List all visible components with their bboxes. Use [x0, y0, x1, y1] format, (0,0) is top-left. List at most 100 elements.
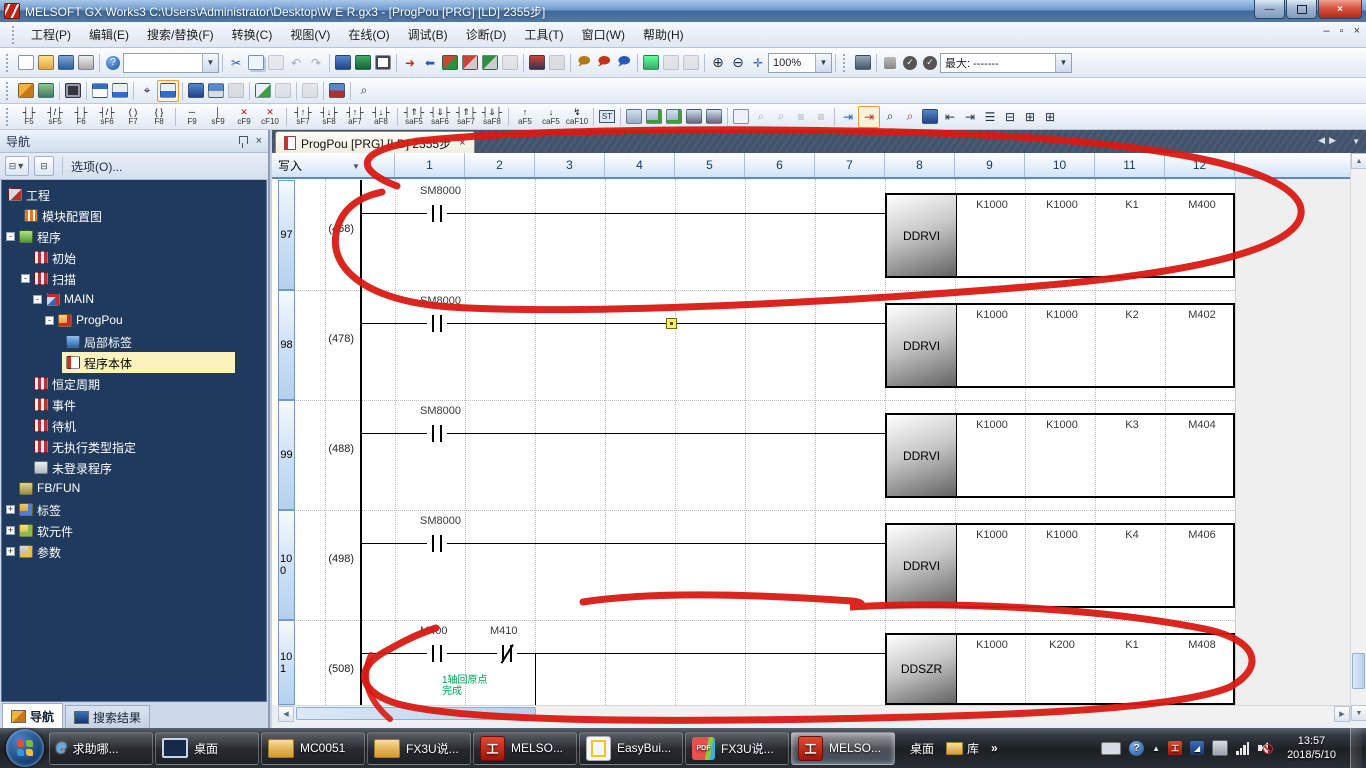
v-scroll-thumb[interactable] — [1352, 653, 1365, 689]
nav-item-initial[interactable]: 初始 — [2, 247, 266, 268]
find-note-icon[interactable]: ⌕ — [771, 107, 791, 127]
overwrite-mode-icon[interactable] — [661, 53, 681, 73]
horizontal-scrollbar[interactable]: ◀ ▶ — [278, 705, 1350, 722]
taskbar-item-desktop[interactable]: 桌面 — [155, 731, 259, 765]
menu-project[interactable]: 工程(P) — [22, 23, 80, 46]
toolbar-chevron[interactable]: » — [991, 741, 998, 755]
read-from-plc-icon[interactable]: ⬅ — [420, 53, 440, 73]
tab-navigation[interactable]: 导航 — [2, 703, 64, 728]
convert-check-icon[interactable]: ✓ — [900, 53, 920, 73]
volume-muted-icon[interactable] — [1257, 741, 1274, 755]
rising-pulse-button[interactable]: ┤↑├ sF7 — [290, 106, 316, 128]
menu-debug[interactable]: 调试(B) — [399, 23, 457, 46]
new-project-icon[interactable] — [16, 53, 36, 73]
collapse-box[interactable]: - — [21, 274, 30, 283]
device-monitor-icon[interactable] — [353, 53, 373, 73]
taskbar-item-fx3u-folder[interactable]: FX3U说... — [367, 731, 471, 765]
instruction-block[interactable]: DDRVI K1000 K1000 K4 M406 — [885, 523, 1235, 608]
nav-item-standby[interactable]: 待机 — [2, 415, 266, 436]
nav-item-fixed-cycle[interactable]: 恒定周期 — [2, 373, 266, 394]
help-tray-icon[interactable]: ? — [1129, 740, 1145, 756]
comment-display-icon[interactable]: 🗩 — [574, 53, 594, 73]
menu-diagnostics[interactable]: 诊断(D) — [457, 23, 516, 46]
library-link[interactable]: 库 — [946, 740, 979, 757]
taskbar-item-pdf[interactable]: PDF FX3U说... — [685, 731, 789, 765]
parallel-closed-contact-button[interactable]: ┤/├ sF6 — [94, 106, 120, 128]
device-usage-icon[interactable] — [226, 81, 246, 101]
undo-icon[interactable]: ↶ — [286, 53, 306, 73]
cross-reference-icon[interactable]: ⌕ — [354, 81, 374, 101]
menu-window[interactable]: 窗口(W) — [573, 23, 634, 46]
open-contact[interactable] — [427, 205, 447, 222]
rung-number[interactable]: 97 — [278, 180, 295, 290]
nav-item-no-exec-type[interactable]: 无执行类型指定 — [2, 436, 266, 457]
taskbar-item-easybuilder[interactable]: EasyBui... — [579, 731, 683, 765]
zoom-level-combo[interactable]: 100% ▼ — [768, 52, 832, 73]
output-window-icon[interactable] — [90, 81, 110, 101]
restore-button[interactable] — [1286, 0, 1317, 19]
delete-vertical-line-button[interactable]: ✕ cF10 — [257, 106, 283, 128]
instruction-block[interactable]: DDRVI K1000 K1000 K1 M400 — [885, 193, 1235, 278]
collapse-box[interactable]: - — [45, 316, 54, 325]
pulse-conversion-button[interactable]: ↯ caF10 — [564, 106, 590, 128]
zoom-in-icon[interactable]: ⊕ — [708, 53, 728, 73]
print-icon[interactable] — [76, 53, 96, 73]
tab-list-dropdown-icon[interactable]: ▼ — [1352, 137, 1360, 146]
options-button[interactable]: 选项(O)... — [71, 158, 122, 175]
nav-item-parameter[interactable]: + 参数 — [2, 541, 266, 562]
open-contact[interactable] — [427, 645, 447, 662]
tab-search-results[interactable]: 搜索结果 — [65, 705, 151, 728]
register-watch-icon[interactable]: ⊞ — [1040, 107, 1060, 127]
build-status-icon[interactable] — [880, 53, 900, 73]
menu-tools[interactable]: 工具(T) — [515, 23, 572, 46]
open-contact[interactable] — [427, 535, 447, 552]
edit-ladder-block-icon[interactable] — [684, 107, 704, 127]
invert-result-button[interactable]: ↓ caF5 — [538, 106, 564, 128]
nav-item-device[interactable]: + 软元件 — [2, 520, 266, 541]
delete-row-icon[interactable] — [644, 107, 664, 127]
nav-close-icon[interactable]: × — [256, 135, 262, 147]
outline-expand-icon[interactable]: ⊞ — [1020, 107, 1040, 127]
edit-cursor[interactable] — [666, 318, 677, 329]
tree-collapse-all-icon[interactable]: ⊟ — [34, 156, 54, 176]
close-button[interactable]: × — [1318, 0, 1362, 19]
menu-online[interactable]: 在线(O) — [339, 23, 398, 46]
tab-scroll-buttons[interactable]: ◀▶ — [1318, 135, 1340, 146]
falling-pulse-button[interactable]: ┤↓├ sF8 — [316, 106, 342, 128]
device-write-icon[interactable] — [527, 53, 547, 73]
instruction-block[interactable]: DDRVI K1000 K1000 K2 M402 — [885, 303, 1235, 388]
align-left-icon[interactable]: ≡ — [791, 107, 811, 127]
device-read-icon[interactable] — [547, 53, 567, 73]
nav-item-label[interactable]: + 标签 — [2, 499, 266, 520]
rung-number[interactable]: 98 — [278, 290, 295, 400]
mode-dropdown-icon[interactable]: ▼ — [352, 162, 360, 171]
scroll-up-icon[interactable]: ▲ — [1351, 153, 1366, 169]
collapse-box[interactable]: - — [33, 295, 42, 304]
insert-row-icon[interactable] — [624, 107, 644, 127]
ladder-block-list-icon[interactable] — [704, 107, 724, 127]
open-contact[interactable] — [427, 315, 447, 332]
nav-item-unregistered-program[interactable]: 未登录程序 — [2, 457, 266, 478]
rising-pulse-parallel-button[interactable]: ┤↑├ aF7 — [342, 106, 368, 128]
find-binoculars-icon[interactable]: ⌖ — [137, 81, 157, 101]
rising-pulse-ne-parallel-button[interactable]: ┤⇑├ saF7 — [453, 106, 479, 128]
nav-item-main[interactable]: - MAIN — [2, 289, 266, 310]
desktop-toolbar-link[interactable]: 桌面 — [910, 740, 934, 757]
pin-icon[interactable] — [238, 136, 248, 148]
menu-edit[interactable]: 编辑(E) — [80, 23, 138, 46]
nav-item-module-config[interactable]: 模块配置图 — [2, 205, 266, 226]
keyboard-tray-icon[interactable] — [1101, 741, 1122, 755]
redo-icon[interactable]: ↷ — [306, 53, 326, 73]
note-display-icon[interactable]: 🗩 — [614, 53, 634, 73]
convert-all-icon[interactable]: ✓ — [920, 53, 940, 73]
max-dropdown-icon[interactable]: ▼ — [1055, 53, 1071, 72]
expand-box[interactable]: + — [6, 505, 15, 514]
nav-item-scan[interactable]: - 扫描 — [2, 268, 266, 289]
statement-list-icon[interactable] — [731, 107, 751, 127]
find-device-ladder-icon[interactable]: ⌕ — [880, 107, 900, 127]
taskbar-item-mc0051[interactable]: MC0051 — [261, 731, 365, 765]
tab-close-icon[interactable]: × — [459, 137, 465, 149]
vertical-line-button[interactable]: │ sF9 — [205, 106, 231, 128]
device-find-icon[interactable] — [333, 53, 353, 73]
watch-window-icon[interactable] — [110, 81, 130, 101]
